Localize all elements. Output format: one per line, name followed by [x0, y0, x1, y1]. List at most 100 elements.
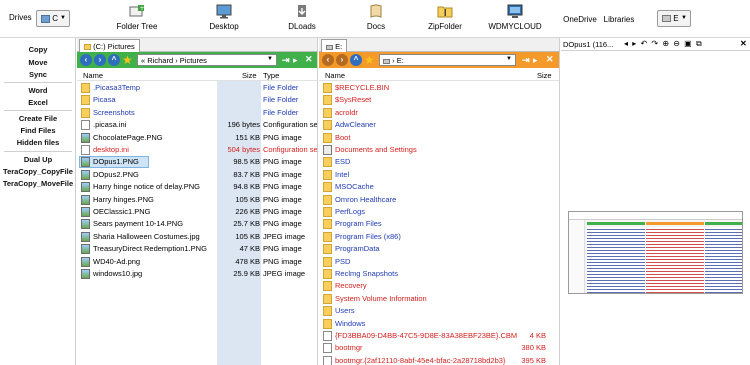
- file-size: 4 KB: [529, 331, 546, 340]
- favorites-star-icon[interactable]: ★: [364, 53, 375, 67]
- close-icon[interactable]: ✕: [305, 54, 313, 65]
- view-toggle-icon[interactable]: ▸: [293, 55, 298, 66]
- back-icon[interactable]: ‹: [80, 54, 92, 66]
- table-row[interactable]: Program Files (x86): [319, 231, 559, 243]
- teracopy-copyfile-button[interactable]: TeraCopy_CopyFile: [0, 167, 76, 176]
- desktop-button[interactable]: Desktop: [202, 2, 246, 31]
- close-icon[interactable]: ✕: [546, 54, 554, 65]
- drive-icon: [41, 14, 50, 23]
- forward-icon[interactable]: ›: [94, 54, 106, 66]
- file-name: Reclmg Snapshots: [335, 269, 398, 278]
- up-icon[interactable]: ^: [108, 54, 120, 66]
- onedrive-button[interactable]: OneDrive: [563, 15, 597, 24]
- back-icon[interactable]: ‹: [322, 54, 334, 66]
- table-row[interactable]: Boot: [319, 132, 559, 144]
- table-row[interactable]: .picasa.ini 196 bytes Configuration se: [77, 119, 317, 131]
- table-row[interactable]: ProgramData: [319, 243, 559, 255]
- table-row[interactable]: ESD: [319, 156, 559, 168]
- excel-button[interactable]: Excel: [0, 98, 76, 107]
- viewer-pane: DOpus1 (116... ◂ ▸ ↶ ↷ ⊕ ⊖ ▣ ⧉ ✕: [561, 38, 750, 365]
- table-row[interactable]: acroldr: [319, 107, 559, 119]
- file-type: PNG image: [263, 219, 302, 229]
- docs-button[interactable]: Docs: [354, 2, 398, 31]
- table-row[interactable]: Documents and Settings: [319, 144, 559, 156]
- breadcrumb-item-e[interactable]: E:: [397, 56, 404, 65]
- column-size[interactable]: Size: [537, 71, 552, 80]
- table-row[interactable]: Program Files: [319, 218, 559, 230]
- close-icon[interactable]: ✕: [740, 39, 747, 48]
- copy-button[interactable]: Copy: [0, 45, 76, 54]
- sync-button[interactable]: Sync: [0, 70, 76, 79]
- table-row[interactable]: AdwCleaner: [319, 119, 559, 131]
- dual-up-button[interactable]: Dual Up: [0, 155, 76, 164]
- table-row[interactable]: .Picasa3Temp File Folder: [77, 82, 317, 94]
- table-row[interactable]: Screenshots File Folder: [77, 107, 317, 119]
- folder-icon: [323, 107, 332, 118]
- wdmycloud-button[interactable]: WDMYCLOUD: [487, 2, 543, 31]
- table-row[interactable]: System Volume Information: [319, 293, 559, 305]
- table-row[interactable]: PerfLogs: [319, 206, 559, 218]
- table-row[interactable]: Users: [319, 305, 559, 317]
- column-name[interactable]: Name: [325, 71, 345, 80]
- table-row[interactable]: Sharia Halloween Costumes.jpg 105 KB JPEG …: [77, 231, 317, 243]
- breadcrumb[interactable]: › E: ▼: [379, 54, 516, 66]
- table-row[interactable]: Sears payment 10-14.PNG 25.7 KB PNG image: [77, 218, 317, 230]
- breadcrumb-item-richard[interactable]: Richard: [147, 56, 173, 65]
- table-row[interactable]: Picasa File Folder: [77, 94, 317, 106]
- hidden-files-button[interactable]: Hidden files: [0, 138, 76, 147]
- table-row[interactable]: $SysReset: [319, 94, 559, 106]
- column-name[interactable]: Name: [83, 71, 103, 80]
- docs-label: Docs: [366, 22, 386, 31]
- breadcrumb-item-pictures[interactable]: Pictures: [180, 56, 207, 65]
- table-row[interactable]: Recovery: [319, 280, 559, 292]
- table-row[interactable]: Intel: [319, 169, 559, 181]
- view-toggle-icon[interactable]: ▸: [533, 55, 538, 66]
- tab-pictures[interactable]: (C:) Pictures: [79, 39, 140, 52]
- table-row[interactable]: {FD3BBA09-D4BB-47C5-9D8E-83A38EBF23BE}.C…: [319, 330, 559, 342]
- table-row[interactable]: DOpus2.PNG 83.7 KB PNG image: [77, 169, 317, 181]
- left-drive-dropdown[interactable]: C ▼: [36, 10, 70, 27]
- table-row[interactable]: Reclmg Snapshots: [319, 268, 559, 280]
- viewer-nav-icons[interactable]: ◂ ▸ ↶ ↷ ⊕ ⊖ ▣ ⧉: [624, 39, 703, 49]
- table-row[interactable]: bootmgr 380 KB: [319, 342, 559, 354]
- move-button[interactable]: Move: [0, 58, 76, 67]
- word-button[interactable]: Word: [0, 86, 76, 95]
- divider: [4, 82, 72, 83]
- file-name: OEClassic1.PNG: [93, 207, 151, 216]
- breadcrumb[interactable]: « Richard › Pictures ▼: [137, 54, 277, 66]
- create-file-button[interactable]: Create File: [0, 114, 76, 123]
- tab-e-drive[interactable]: E:: [321, 39, 348, 52]
- zipfolder-label: ZipFolder: [428, 22, 462, 31]
- table-row[interactable]: ChocolatePage.PNG 151 KB PNG image: [77, 132, 317, 144]
- folder-tree-button[interactable]: + Folder Tree: [115, 2, 159, 31]
- find-files-button[interactable]: Find Files: [0, 126, 76, 135]
- table-row[interactable]: Harry hinge notice of delay.PNG 94.8 KB PN…: [77, 181, 317, 193]
- libraries-button[interactable]: Libraries: [602, 15, 636, 24]
- downloads-button[interactable]: DLoads: [280, 2, 324, 31]
- table-row[interactable]: Harry hinges.PNG 105 KB PNG image: [77, 194, 317, 206]
- table-row[interactable]: bootmgr.{2af12110-8abf-45e4-bfac-2a28718…: [319, 355, 559, 365]
- file-size: 47 KB: [239, 244, 260, 254]
- favorites-star-icon[interactable]: ★: [122, 53, 133, 67]
- up-icon[interactable]: ^: [350, 54, 362, 66]
- table-row[interactable]: TreasuryDirect Redemption1.PNG 47 KB PNG i…: [77, 243, 317, 255]
- zipfolder-button[interactable]: ZipFolder: [423, 2, 467, 31]
- table-row[interactable]: MSOCache: [319, 181, 559, 193]
- go-icon[interactable]: ⇥: [522, 55, 530, 66]
- table-row[interactable]: OEClassic1.PNG 226 KB PNG image: [77, 206, 317, 218]
- column-type[interactable]: Type: [263, 71, 279, 80]
- table-row[interactable]: DOpus1.PNG 98.5 KB PNG image: [77, 156, 317, 169]
- table-row[interactable]: Omron Healthcare: [319, 194, 559, 206]
- column-size[interactable]: Size: [242, 71, 257, 80]
- table-row[interactable]: Windows: [319, 318, 559, 330]
- forward-icon[interactable]: ›: [336, 54, 348, 66]
- table-row[interactable]: PSD: [319, 256, 559, 268]
- main-toolbar: Drives C ▼ + Folder Tree Desktop DLoads …: [0, 0, 750, 38]
- right-drive-dropdown[interactable]: E ▼: [657, 10, 691, 27]
- table-row[interactable]: $RECYCLE.BIN: [319, 82, 559, 94]
- table-row[interactable]: desktop.ini 504 bytes Configuration se: [77, 144, 317, 156]
- go-icon[interactable]: ⇥: [282, 55, 290, 66]
- table-row[interactable]: windows10.jpg 25.9 KB JPEG image: [77, 268, 317, 280]
- teracopy-movefile-button[interactable]: TeraCopy_MoveFile: [0, 179, 76, 188]
- table-row[interactable]: WD40-Ad.png 478 KB PNG image: [77, 256, 317, 268]
